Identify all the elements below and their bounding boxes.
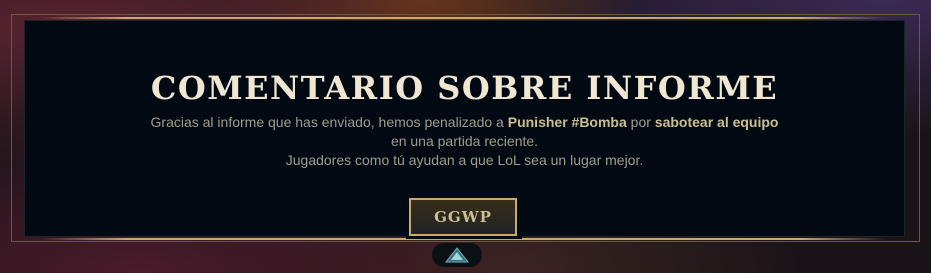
message-text: por	[626, 114, 655, 130]
dialog-message: Gracias al informe que has enviado, hemo…	[25, 113, 904, 170]
message-line-3: Jugadores como tú ayudan a que LoL sea u…	[285, 152, 644, 168]
frame-top-accent	[41, 17, 886, 19]
expand-handle[interactable]	[432, 243, 482, 267]
message-line-1: Gracias al informe que has enviado, hemo…	[25, 113, 904, 132]
chevron-up-icon	[445, 247, 469, 263]
dialog-title: COMENTARIO SOBRE INFORME	[150, 69, 779, 107]
ggwp-button[interactable]: GGWP	[409, 198, 517, 236]
reported-player: Punisher #Bomba	[507, 114, 627, 130]
message-text: Gracias al informe que has enviado, hemo…	[150, 114, 508, 130]
offense-type: sabotear al equipo	[654, 114, 779, 130]
message-line-2: en una partida reciente.	[390, 133, 539, 149]
